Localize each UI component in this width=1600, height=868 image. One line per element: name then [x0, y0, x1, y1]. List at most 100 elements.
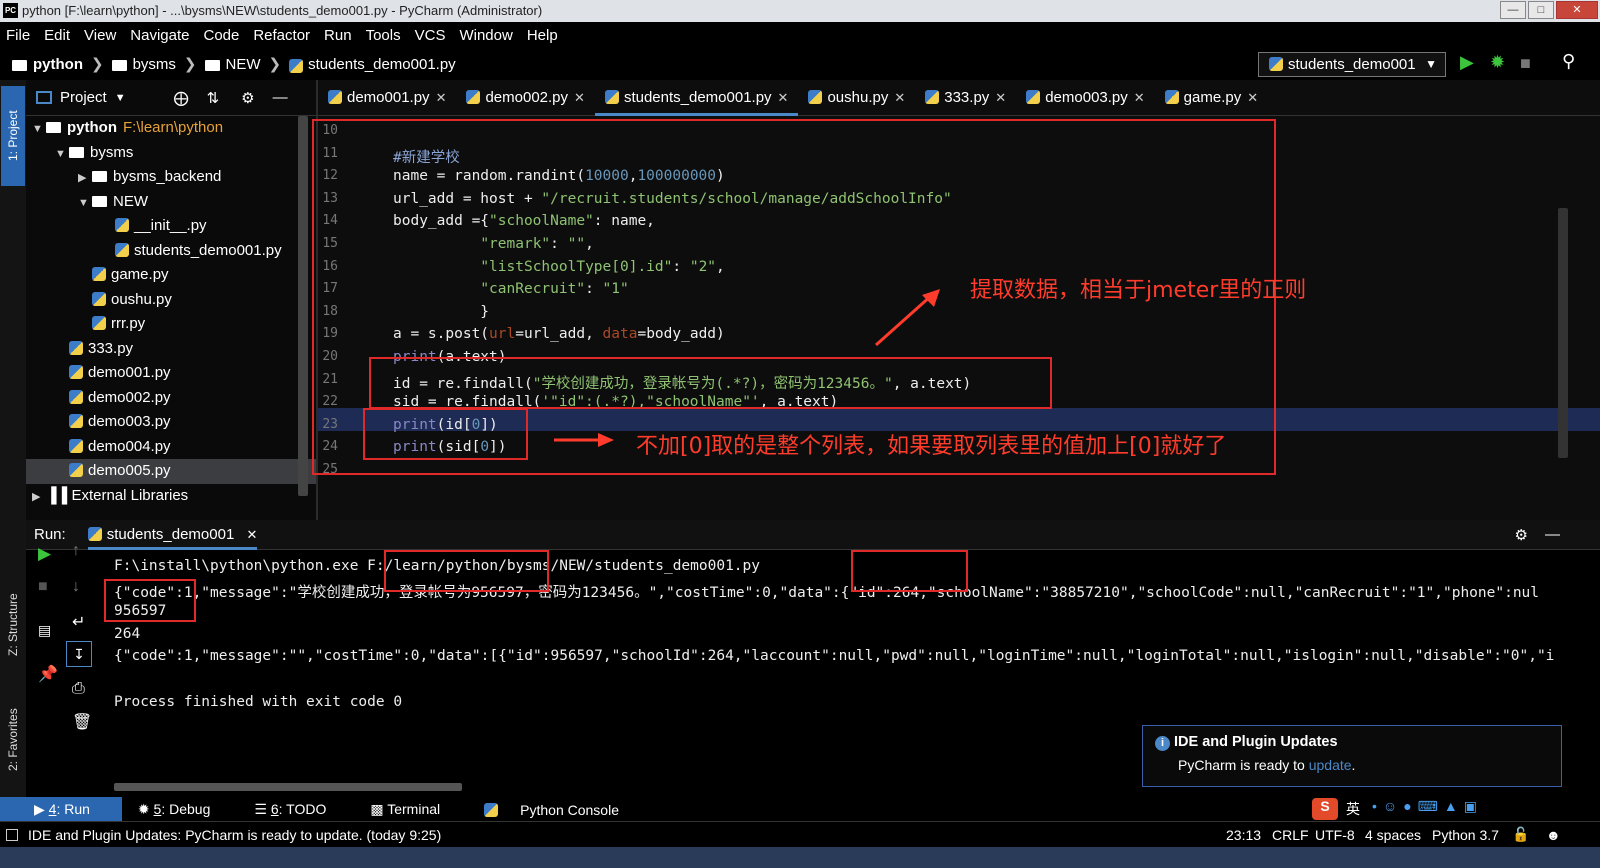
target-icon[interactable]: ⨁: [174, 89, 189, 107]
tree-scrollbar[interactable]: [298, 116, 308, 496]
favorites-tool-tab[interactable]: 2: Favorites: [1, 690, 25, 790]
close-icon[interactable]: ✕: [778, 90, 789, 105]
editor-tab[interactable]: demo003.py ✕: [1016, 80, 1154, 116]
tab-todo[interactable]: ☰ 6: TODO: [254, 801, 348, 818]
close-window-button[interactable]: ✕: [1556, 1, 1598, 19]
editor-tab[interactable]: demo002.py ✕: [456, 80, 594, 116]
stop-icon[interactable]: ■: [1520, 53, 1531, 74]
close-icon[interactable]: ✕: [1247, 90, 1258, 105]
structure-tool-tab[interactable]: Z: Structure: [1, 575, 25, 675]
tool-window-toggle-icon[interactable]: [6, 828, 18, 841]
line-separator[interactable]: CRLF: [1272, 827, 1309, 843]
maximize-button[interactable]: □: [1528, 1, 1554, 19]
menu-file[interactable]: File: [6, 27, 30, 44]
status-message[interactable]: IDE and Plugin Updates: PyCharm is ready…: [28, 827, 441, 843]
tree-item[interactable]: students_demo001.py: [26, 239, 316, 264]
lock-icon[interactable]: 🔓: [1512, 826, 1529, 843]
menu-window[interactable]: Window: [459, 27, 512, 44]
tree-item[interactable]: ▼ NEW: [26, 190, 316, 215]
project-tool-tab[interactable]: 1: Project: [1, 86, 25, 186]
file-encoding[interactable]: UTF-8: [1315, 827, 1355, 843]
editor-tab[interactable]: oushu.py ✕: [798, 80, 915, 116]
tree-item[interactable]: ▼ bysms: [26, 141, 316, 166]
run-configuration-select[interactable]: students_demo001 ▼: [1258, 52, 1446, 77]
sogou-ime-icon[interactable]: S: [1312, 798, 1338, 820]
tree-item[interactable]: demo003.py: [26, 410, 316, 435]
minimize-button[interactable]: —: [1500, 1, 1526, 19]
print-icon[interactable]: ⎙: [72, 680, 85, 698]
close-icon[interactable]: ✕: [1134, 90, 1145, 105]
close-icon[interactable]: ✕: [894, 90, 905, 105]
close-icon[interactable]: ✕: [995, 90, 1006, 105]
tree-item[interactable]: demo005.py: [26, 459, 316, 484]
pin-icon[interactable]: 📌: [38, 664, 58, 684]
tab-run[interactable]: ▶ 4: Run: [0, 797, 122, 821]
menu-navigate[interactable]: Navigate: [130, 27, 189, 44]
tree-item[interactable]: ▶ ▐▐ External Libraries: [26, 484, 316, 509]
tree-item[interactable]: game.py: [26, 263, 316, 288]
menu-code[interactable]: Code: [203, 27, 239, 44]
soft-wrap-icon[interactable]: ↵: [72, 612, 85, 632]
console-scrollbar[interactable]: [114, 783, 462, 791]
breadcrumb-item[interactable]: bysms: [133, 56, 176, 73]
breadcrumb-item[interactable]: python: [33, 56, 83, 73]
tree-item[interactable]: ▶ bysms_backend: [26, 165, 316, 190]
rerun-icon[interactable]: ▶: [38, 544, 51, 564]
menu-refactor[interactable]: Refactor: [253, 27, 310, 44]
ime-language[interactable]: 英: [1346, 799, 1360, 819]
menu-view[interactable]: View: [84, 27, 116, 44]
chevron-down-icon[interactable]: ▼: [32, 117, 46, 142]
close-icon[interactable]: ✕: [246, 527, 257, 542]
trash-icon[interactable]: 🗑: [72, 712, 92, 732]
layout-icon[interactable]: ▤: [38, 622, 51, 639]
hide-panel-icon[interactable]: —: [273, 89, 288, 106]
update-link[interactable]: update: [1309, 757, 1352, 773]
search-icon[interactable]: ⚲: [1562, 51, 1575, 72]
hide-panel-icon[interactable]: —: [1545, 526, 1560, 543]
breadcrumb-item[interactable]: NEW: [226, 56, 261, 73]
tab-debug[interactable]: ✹ 5: Debug: [138, 801, 232, 818]
run-icon[interactable]: ▶: [1460, 52, 1474, 73]
tree-item[interactable]: demo004.py: [26, 435, 316, 460]
tree-item[interactable]: demo002.py: [26, 386, 316, 411]
close-icon[interactable]: ✕: [574, 90, 585, 105]
tree-item[interactable]: rrr.py: [26, 312, 316, 337]
tab-terminal[interactable]: ▩ Terminal: [370, 801, 462, 818]
update-notification[interactable]: i IDE and Plugin Updates PyCharm is ready…: [1142, 725, 1562, 787]
tree-item[interactable]: ▼ python F:\learn\python: [26, 116, 316, 141]
run-tab[interactable]: students_demo001 ✕: [87, 520, 258, 550]
debug-bug-icon[interactable]: ✹: [1490, 52, 1505, 73]
menu-vcs[interactable]: VCS: [415, 27, 446, 44]
indent-setting[interactable]: 4 spaces: [1365, 827, 1421, 843]
chevron-right-icon[interactable]: ▶: [32, 485, 46, 510]
editor-tab[interactable]: 333.py ✕: [915, 80, 1016, 116]
tree-item[interactable]: 333.py: [26, 337, 316, 362]
caret-position[interactable]: 23:13: [1226, 827, 1261, 843]
menu-tools[interactable]: Tools: [366, 27, 401, 44]
gear-icon[interactable]: ⚙: [241, 89, 254, 107]
stop-icon[interactable]: ■: [38, 578, 48, 596]
arrow-up-icon[interactable]: ↑: [72, 542, 80, 560]
menu-run[interactable]: Run: [324, 27, 352, 44]
breadcrumb-item[interactable]: students_demo001.py: [308, 56, 456, 73]
ime-toolbar-icons[interactable]: •☺●⌨▲▣: [1372, 798, 1483, 815]
editor-scrollbar[interactable]: [1558, 208, 1568, 458]
close-icon[interactable]: ✕: [436, 90, 447, 105]
chevron-right-icon[interactable]: ▶: [78, 166, 92, 191]
editor-tab[interactable]: students_demo001.py ✕: [594, 80, 799, 116]
chevron-down-icon[interactable]: ▼: [115, 92, 126, 104]
interpreter[interactable]: Python 3.7: [1432, 827, 1499, 843]
gear-icon[interactable]: ⚙: [1515, 526, 1528, 544]
menu-edit[interactable]: Edit: [44, 27, 70, 44]
tree-item[interactable]: demo001.py: [26, 361, 316, 386]
editor-tab[interactable]: demo001.py ✕: [318, 80, 456, 116]
arrow-down-icon[interactable]: ↓: [72, 578, 80, 596]
chevron-down-icon[interactable]: ▼: [78, 191, 92, 216]
collapse-icon[interactable]: ⇅: [207, 89, 220, 107]
scroll-to-end-icon[interactable]: ↧: [66, 641, 92, 667]
inspector-icon[interactable]: ☻: [1546, 827, 1561, 843]
menu-help[interactable]: Help: [527, 27, 558, 44]
tree-item[interactable]: __init__.py: [26, 214, 316, 239]
chevron-down-icon[interactable]: ▼: [55, 142, 69, 167]
tab-python-console[interactable]: Python Console: [484, 801, 641, 818]
